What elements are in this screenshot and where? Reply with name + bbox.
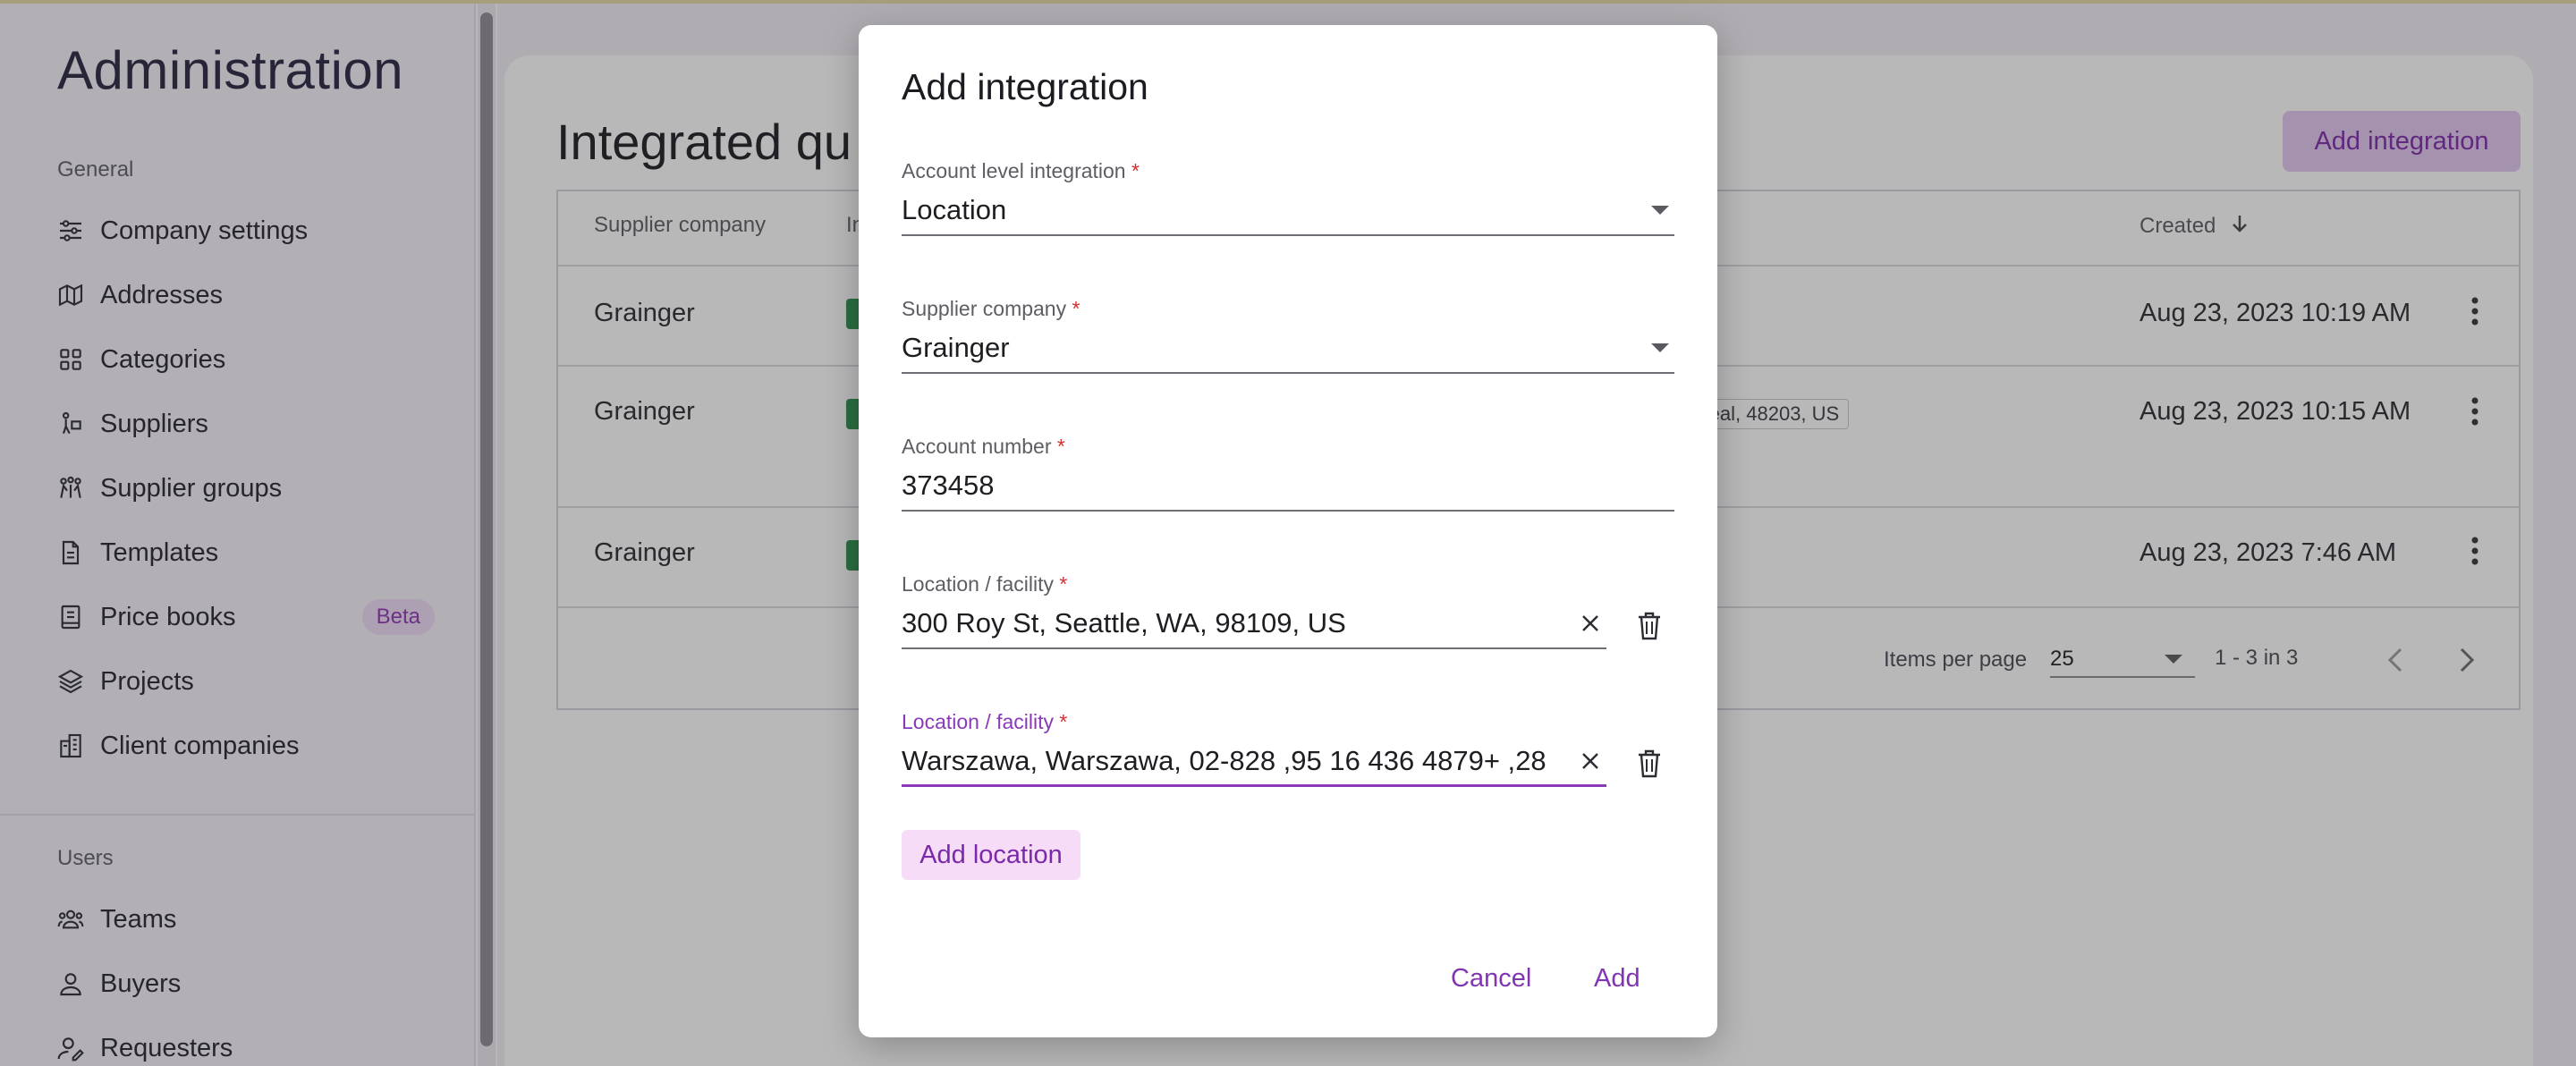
location-facility-input-1[interactable]: 300 Roy St, Seattle, WA, 98109, US [902, 599, 1606, 649]
chevron-down-icon [1651, 206, 1669, 215]
field-label: Location / facility * [902, 572, 1068, 596]
chevron-down-icon [1651, 343, 1669, 352]
account-level-value[interactable]: Location [902, 186, 1674, 236]
account-level-select[interactable]: Account level integration * Location [902, 159, 1674, 236]
supplier-company-value[interactable]: Grainger [902, 324, 1674, 374]
field-label: Account level integration * [902, 159, 1140, 182]
account-number-field[interactable]: Account number * 373458 [902, 435, 1674, 512]
location-facility-field-2[interactable]: Location / facility * 28, +4879 436 16 9… [902, 710, 1606, 787]
field-label: Location / facility * [902, 710, 1068, 733]
add-button[interactable]: Add [1590, 959, 1644, 999]
add-location-button[interactable]: Add location [902, 830, 1080, 880]
account-number-input[interactable]: 373458 [902, 461, 1674, 512]
delete-location-1-button[interactable] [1631, 606, 1667, 646]
field-label: Supplier company * [902, 297, 1080, 320]
location-facility-input-2[interactable]: 28, +4879 436 16 95, Warszawa, Warszawa,… [902, 737, 1606, 787]
clear-icon[interactable] [1574, 745, 1606, 777]
location-facility-field-1[interactable]: Location / facility * 300 Roy St, Seattl… [902, 572, 1606, 649]
trash-icon [1639, 612, 1660, 640]
clear-icon[interactable] [1574, 607, 1606, 639]
dialog-title: Add integration [902, 66, 1148, 107]
delete-location-2-button[interactable] [1631, 744, 1667, 783]
supplier-company-select[interactable]: Supplier company * Grainger [902, 297, 1674, 374]
cancel-button[interactable]: Cancel [1447, 959, 1535, 999]
add-integration-dialog: Add integration Account level integratio… [859, 25, 1717, 1037]
field-label: Account number * [902, 435, 1065, 458]
trash-icon [1639, 749, 1660, 778]
